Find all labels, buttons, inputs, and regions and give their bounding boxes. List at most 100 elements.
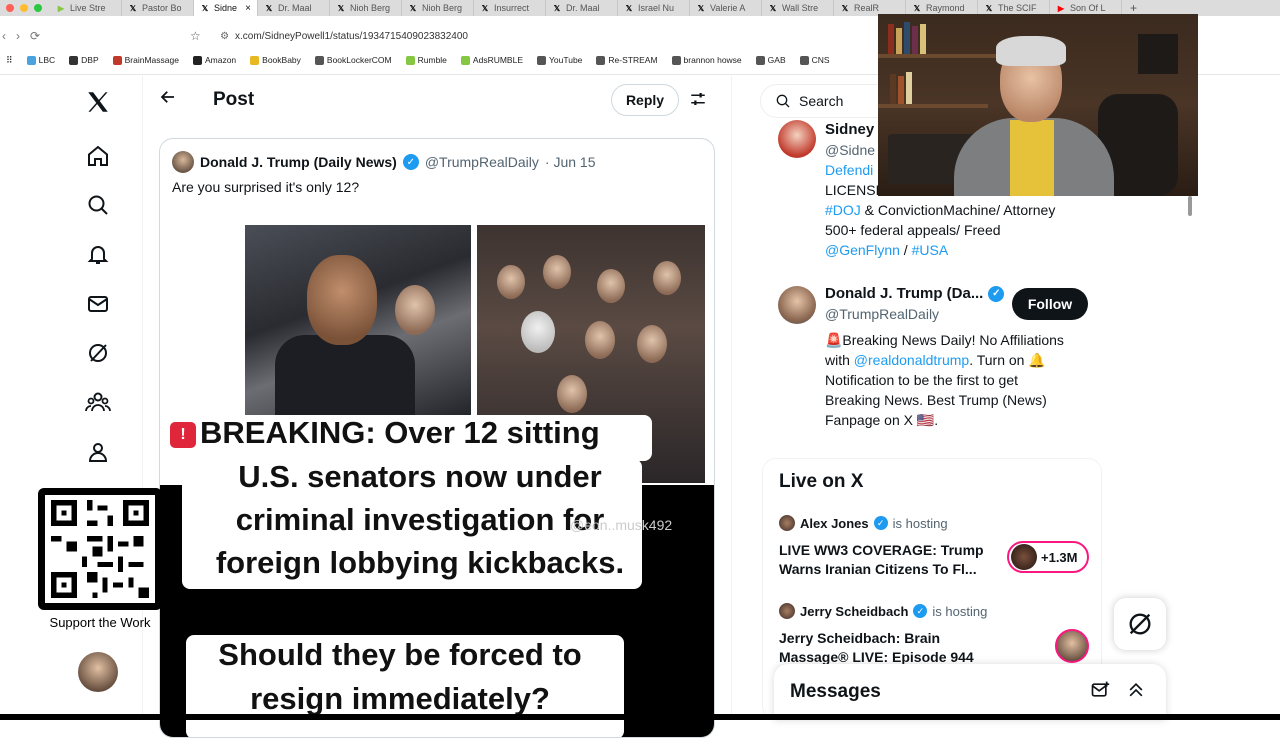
live-host-row[interactable]: Jerry Scheidbach ✓ is hosting — [779, 603, 987, 619]
profile-avatar[interactable] — [778, 120, 816, 158]
messages-drawer[interactable]: Messages — [774, 664, 1166, 720]
bookmark-label[interactable]: CNS — [812, 55, 830, 65]
listen-live-button[interactable]: +1.3M — [1007, 541, 1089, 573]
tab-label[interactable]: The SCIF — [998, 3, 1037, 13]
tab-close-icon[interactable]: × — [245, 3, 251, 14]
profile-icon[interactable] — [84, 438, 112, 466]
forward-nav-icon[interactable]: › — [16, 29, 20, 43]
sliders-icon[interactable] — [689, 90, 707, 113]
maximize-window-button[interactable] — [34, 4, 42, 12]
messages-title[interactable]: Messages — [790, 681, 881, 703]
browser-tab[interactable]: 𝕏 Nioh Berg — [330, 0, 402, 16]
listen-live-avatar[interactable] — [1055, 629, 1089, 663]
url-text[interactable]: x.com/SidneyPowell1/status/1934715409023… — [235, 31, 468, 42]
bookmark-label[interactable]: BookBaby — [262, 55, 301, 65]
bookmark-label[interactable]: GAB — [768, 55, 786, 65]
tab-label[interactable]: Live Stre — [70, 3, 106, 13]
bio-link[interactable]: @GenFlynn — [825, 242, 900, 258]
browser-tab[interactable]: 𝕏 Insurrect — [474, 0, 546, 16]
bio-link[interactable]: #USA — [912, 242, 949, 258]
tab-label[interactable]: Dr. Maal — [278, 3, 312, 13]
apps-icon[interactable]: ⠿ — [6, 55, 13, 66]
browser-tab[interactable]: 𝕏 Nioh Berg — [402, 0, 474, 16]
account-avatar[interactable] — [78, 652, 118, 692]
tab-label[interactable]: Pastor Bo — [142, 3, 182, 13]
quoted-post[interactable]: Donald J. Trump (Daily News) ✓ @TrumpRea… — [159, 138, 715, 738]
tab-label[interactable]: Raymond — [926, 3, 965, 13]
bookmark-star-icon[interactable]: ☆ — [190, 29, 201, 43]
grok-icon[interactable] — [84, 339, 112, 367]
site-settings-icon[interactable]: ⚙ — [220, 31, 229, 42]
bookmark-item[interactable]: Rumble — [405, 55, 447, 65]
close-window-button[interactable] — [6, 4, 14, 12]
messages-mail-icon[interactable] — [84, 290, 112, 318]
browser-tab[interactable]: 𝕏 Dr. Maal — [258, 0, 330, 16]
tab-label[interactable]: Valerie A — [710, 3, 745, 13]
author-avatar[interactable] — [172, 151, 194, 173]
bookmark-label[interactable]: YouTube — [549, 55, 582, 65]
bookmark-label[interactable]: brannon howse — [684, 55, 742, 65]
follow-avatar[interactable] — [778, 286, 816, 324]
tab-label[interactable]: Wall Stre — [782, 3, 818, 13]
bookmark-item[interactable]: Re-STREAM — [596, 55, 658, 65]
notifications-bell-icon[interactable] — [84, 240, 112, 268]
browser-tab[interactable]: 𝕏 Pastor Bo — [122, 0, 194, 16]
reply-button[interactable]: Reply — [611, 84, 679, 116]
grok-float-button[interactable] — [1114, 598, 1166, 650]
search-placeholder[interactable]: Search — [799, 93, 843, 109]
follow-button[interactable]: Follow — [1012, 288, 1088, 320]
explore-search-icon[interactable] — [84, 191, 112, 219]
tab-label[interactable]: Nioh Berg — [350, 3, 390, 13]
post-date[interactable]: · Jun 15 — [545, 154, 596, 170]
browser-tab[interactable]: 𝕏 Israel Nu — [618, 0, 690, 16]
expand-icon[interactable] — [1126, 680, 1146, 706]
bookmark-item[interactable]: LBC — [26, 55, 56, 65]
bookmark-label[interactable]: BrainMassage — [125, 55, 179, 65]
live-title[interactable]: LIVE WW3 COVERAGE: Trump Warns Iranian C… — [779, 541, 999, 579]
follow-name[interactable]: Donald J. Trump (Da... — [825, 284, 983, 304]
bookmark-item[interactable]: GAB — [755, 55, 786, 65]
bookmark-label[interactable]: AdsRUMBLE — [473, 55, 523, 65]
bookmark-item[interactable]: AdsRUMBLE — [460, 55, 523, 65]
bookmark-label[interactable]: LBC — [39, 55, 56, 65]
reload-icon[interactable]: ⟳ — [30, 29, 40, 43]
browser-tab[interactable]: ▶ Live Stre — [50, 0, 122, 16]
tab-label[interactable]: Dr. Maal — [566, 3, 600, 13]
bookmark-label[interactable]: Amazon — [205, 55, 236, 65]
browser-tab[interactable]: 𝕏 Dr. Maal — [546, 0, 618, 16]
communities-icon[interactable] — [84, 388, 112, 416]
tab-label[interactable]: Israel Nu — [638, 3, 674, 13]
browser-tab[interactable]: 𝕏 Wall Stre — [762, 0, 834, 16]
bookmark-item[interactable]: Amazon — [192, 55, 236, 65]
bookmark-label[interactable]: Re-STREAM — [608, 55, 657, 65]
bookmark-label[interactable]: Rumble — [418, 55, 447, 65]
author-handle[interactable]: @TrumpRealDaily — [425, 154, 539, 170]
bookmark-label[interactable]: DBP — [81, 55, 98, 65]
tab-label[interactable]: Insurrect — [494, 3, 529, 13]
bookmark-item[interactable]: brannon howse — [671, 55, 742, 65]
bookmark-item[interactable]: YouTube — [537, 55, 582, 65]
bio-link[interactable]: @realdonaldtrump — [854, 352, 969, 368]
tab-label[interactable]: Son Of L — [1070, 3, 1106, 13]
host-name[interactable]: Jerry Scheidbach — [800, 604, 908, 619]
bookmark-item[interactable]: DBP — [69, 55, 99, 65]
bookmark-item[interactable]: BookBaby — [250, 55, 301, 65]
author-name[interactable]: Donald J. Trump (Daily News) — [200, 154, 397, 170]
browser-tab[interactable]: 𝕏 Sidne × — [194, 0, 258, 16]
back-arrow-icon[interactable] — [159, 88, 177, 111]
bookmark-item[interactable]: CNS — [799, 55, 830, 65]
new-tab-button[interactable]: + — [1122, 1, 1145, 15]
bookmark-item[interactable]: BrainMassage — [112, 55, 179, 65]
tab-label[interactable]: Nioh Berg — [422, 3, 462, 13]
browser-tab[interactable]: 𝕏 Valerie A — [690, 0, 762, 16]
tab-label[interactable]: RealR — [854, 3, 879, 13]
back-nav-icon[interactable]: ‹ — [2, 29, 6, 43]
minimize-window-button[interactable] — [20, 4, 28, 12]
x-logo-icon[interactable] — [84, 88, 112, 116]
live-host-row[interactable]: Alex Jones ✓ is hosting — [779, 515, 948, 531]
scrollbar-thumb[interactable] — [1188, 196, 1192, 216]
home-icon[interactable] — [84, 142, 112, 170]
post-media[interactable]: ! BREAKING: Over 12 sitting U.S. senators… — [160, 215, 714, 737]
bookmark-label[interactable]: BookLockerCOM — [327, 55, 392, 65]
live-title[interactable]: Jerry Scheidbach: Brain Massage® LIVE: E… — [779, 629, 999, 667]
